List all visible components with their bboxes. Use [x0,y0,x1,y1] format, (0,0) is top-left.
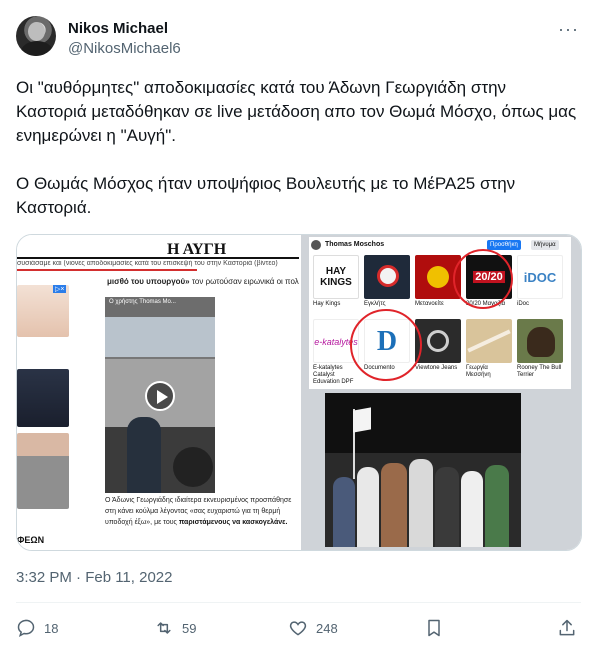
retweet-button[interactable]: 59 [154,614,196,642]
divider [17,269,197,271]
reply-button[interactable]: 18 [16,614,58,642]
highlight-circle [350,309,422,381]
share-icon [559,619,575,636]
author-name[interactable]: Nikos Michael [68,20,168,37]
tweet-paragraph-2: Ο Θωμάς Μόσχος ήταν υποψήφιος Βουλευτής … [16,174,516,217]
page-tile: iDOC iDoc [517,255,563,308]
page-tile: Rooney The Bull Terrier [517,319,563,379]
heart-icon [289,621,307,636]
divider [17,257,299,259]
page-tile: HAY KINGS Hay Kings [313,255,359,308]
flag [353,407,371,433]
reply-icon [17,619,35,637]
ad-shorts: ▷× [17,285,69,337]
media-image-avgi-article[interactable]: Η ΑΥΓΗ συσιάσαμε και (νιονες αποδοκιμασί… [17,235,299,550]
reply-count: 18 [44,620,59,636]
bookmark-button[interactable] [424,614,444,642]
message-button: Μήνυμα [531,240,559,250]
ad-badge-icon: ▷× [53,285,67,293]
bookmark-icon [428,619,440,637]
page-tile: Εγκλήτς [364,255,410,308]
like-button[interactable]: 248 [288,614,338,642]
tweet-header: Nikos Michael @NikosMichael6 ··· [16,14,581,62]
play-icon [145,381,175,411]
facebook-screenshot: Thomas Moschos Προσθήκη Μήνυμα HAY KINGS… [309,237,571,389]
article-snippet: μισθό του υπουργού» τον ρωτούσαν ειρωνικ… [107,277,299,286]
retweet-count: 59 [182,620,197,636]
video-title: Ο χρήστης Thomas Mo... [109,299,176,305]
share-button[interactable] [557,614,577,642]
retweet-icon [157,622,171,634]
ad-sweater [17,433,69,509]
avatar[interactable] [16,16,56,56]
like-count: 248 [316,620,338,636]
media-image-facebook-pages[interactable]: Thomas Moschos Προσθήκη Μήνυμα HAY KINGS… [301,235,581,550]
rally-photo [325,393,521,547]
add-friend-button: Προσθήκη [487,240,521,250]
article-paragraph: Ο Άδωνις Γεωργιάδης ιδιαίτερα εκνευρισμέ… [105,497,292,526]
facebook-profile-name: Thomas Moschos [325,241,385,248]
more-icon[interactable]: ··· [558,20,579,38]
tweet-text: Οι "αυθόρμητες" αποδοκιμασίες κατά του Ά… [16,76,581,244]
facebook-avatar [311,240,321,250]
tweet-paragraph-1: Οι "αυθόρμητες" αποδοκιμασίες κατά του Ά… [16,78,577,145]
tweet-timestamp[interactable]: 3:32 PM · Feb 11, 2022 [16,569,172,586]
tweet-media[interactable]: Η ΑΥΓΗ συσιάσαμε και (νιονες αποδοκιμασί… [16,234,582,551]
ad-jacket [17,369,69,427]
tweet-actions: 18 59 248 [16,614,581,642]
highlight-circle [453,249,513,309]
page-tile: Γεωργία Μεσσήνη [466,319,512,379]
article-headline-strip: συσιάσαμε και (νιονες αποδοκιμασίες κατά… [17,260,278,267]
divider [16,602,581,603]
bottom-label: ΦΕΩΝ [17,535,45,545]
ad-column: ▷× [17,285,69,550]
author-handle[interactable]: @NikosMichael6 [68,40,181,57]
video-player: Ο χρήστης Thomas Mo... [105,297,215,493]
